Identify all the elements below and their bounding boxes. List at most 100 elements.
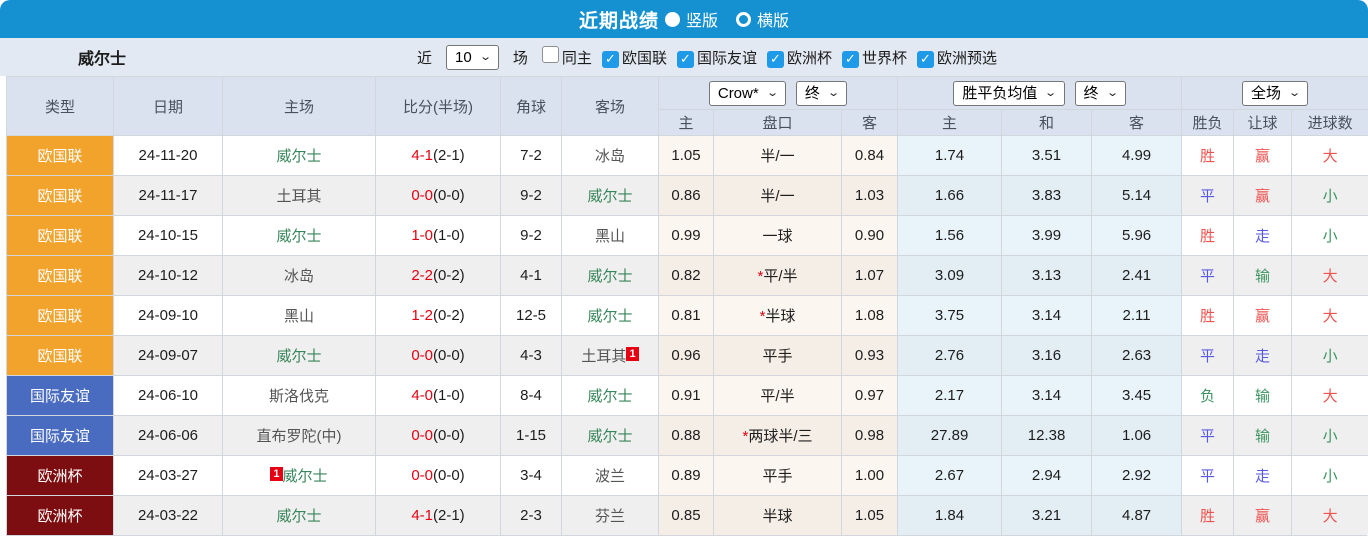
team-name-link[interactable]: 威尔士 <box>587 428 632 445</box>
cell-win-draw-loss: 平 <box>1181 455 1235 496</box>
cell-win-draw-loss: 胜 <box>1181 215 1235 256</box>
team-name-link[interactable]: 黑山 <box>284 308 314 325</box>
cell-avg-away: 5.96 <box>1091 215 1183 256</box>
cell-odds-away: 0.84 <box>840 135 899 176</box>
cell-avg-home: 3.09 <box>897 255 1003 296</box>
cell-away-team: 威尔士 <box>561 255 659 296</box>
team-name-link[interactable]: 土耳其 <box>581 348 626 365</box>
odds-time-select[interactable]: 终 ⌄ <box>795 80 848 106</box>
cell-date: 24-10-15 <box>113 215 223 256</box>
competition-type-badge: 欧洲杯 <box>7 496 113 535</box>
checkbox-unchecked[interactable] <box>541 46 559 63</box>
checkbox-checked[interactable]: ✓ <box>601 50 619 68</box>
radio-selected-icon[interactable] <box>664 11 680 27</box>
halftime-score: (2-1) <box>433 507 465 524</box>
cell-away-team: 波兰 <box>561 455 659 496</box>
cell-win-draw-loss: 平 <box>1181 415 1235 456</box>
checkbox-checked[interactable]: ✓ <box>841 50 859 68</box>
halftime-score: (1-0) <box>433 227 465 244</box>
team-name-link[interactable]: 土耳其 <box>276 188 321 205</box>
cell-odds-home: 0.88 <box>658 415 714 456</box>
cell-score: 4-1(2-1) <box>375 495 501 536</box>
checkbox-label[interactable]: 欧国联 <box>622 50 667 67</box>
cell-handicap: *两球半/三 <box>713 415 842 456</box>
cell-handicap-result: 赢 <box>1233 295 1293 336</box>
cell-home-team: 威尔士 <box>222 495 376 536</box>
team-name-link[interactable]: 威尔士 <box>276 348 321 365</box>
checkbox-checked[interactable]: ✓ <box>917 50 934 68</box>
cell-date: 24-03-22 <box>113 495 223 536</box>
team-title: 威尔士 <box>78 51 127 68</box>
cell-avg-draw: 3.14 <box>1001 375 1093 416</box>
cell-home-team: 冰岛 <box>222 255 376 296</box>
handicap-text: 平/半 <box>763 268 798 285</box>
cell-avg-home: 1.74 <box>897 135 1003 176</box>
team-name-link[interactable]: 黑山 <box>595 228 625 245</box>
table-row: 欧洲杯 24-03-27 1 威尔士 0-0(0-0) 3-4 波兰 0.89 平手 1.00 2.… <box>6 455 1368 496</box>
fulltime-score: 0-0 <box>411 187 433 204</box>
competition-type-badge: 欧洲杯 <box>7 456 113 495</box>
cell-odds-home: 0.82 <box>658 255 714 296</box>
cell-competition-type: 欧国联 <box>6 175 114 216</box>
cell-competition-type: 国际友谊 <box>6 415 114 456</box>
cell-score: 1-2(0-2) <box>375 295 501 336</box>
radio-vertical-layout[interactable]: 竖版 <box>664 7 718 31</box>
team-name-link[interactable]: 冰岛 <box>595 148 625 165</box>
team-name-link[interactable]: 威尔士 <box>587 388 632 405</box>
subcol-wdl: 胜负 <box>1181 109 1235 136</box>
team-name-link[interactable]: 波兰 <box>595 468 625 485</box>
team-name-link[interactable]: 冰岛 <box>284 268 314 285</box>
cell-goals-result: 小 <box>1291 455 1368 496</box>
cell-handicap-result: 输 <box>1233 375 1293 416</box>
cell-date: 24-06-10 <box>113 375 223 416</box>
cell-competition-type: 欧洲杯 <box>6 495 114 536</box>
checkbox-checked[interactable]: ✓ <box>676 50 694 68</box>
cell-win-draw-loss: 胜 <box>1181 295 1235 336</box>
cell-handicap-result: 走 <box>1233 335 1293 376</box>
checkbox-label[interactable]: 欧洲杯 <box>787 50 832 67</box>
cell-date: 24-11-20 <box>113 135 223 176</box>
team-name-link[interactable]: 威尔士 <box>276 508 321 525</box>
competition-type-badge: 国际友谊 <box>7 376 113 415</box>
cell-handicap-result: 赢 <box>1233 175 1293 216</box>
team-name-link[interactable]: 威尔士 <box>276 148 321 165</box>
cell-competition-type: 欧国联 <box>6 255 114 296</box>
checkbox-label[interactable]: 欧洲预选 <box>937 50 997 67</box>
bookmaker-select[interactable]: Crow* ⌄ <box>708 80 786 106</box>
match-count-select[interactable]: 10 ⌄ <box>446 44 499 70</box>
cell-avg-home: 27.89 <box>897 415 1003 456</box>
cell-odds-away: 0.97 <box>840 375 899 416</box>
cell-score: 0-0(0-0) <box>375 455 501 496</box>
table-row: 国际友谊 24-06-06 直布罗陀(中) 0-0(0-0) 1-15 威尔士 0.88 *两… <box>6 415 1368 456</box>
result-group-header: 全场 ⌄ <box>1181 76 1368 110</box>
cell-win-draw-loss: 平 <box>1181 255 1235 296</box>
fulltime-score: 1-2 <box>411 307 433 324</box>
team-name-link[interactable]: 威尔士 <box>283 468 328 485</box>
avg-time-select[interactable]: 终 ⌄ <box>1074 80 1126 106</box>
cell-score: 2-2(0-2) <box>375 255 501 296</box>
cell-handicap: 半/一 <box>713 175 842 216</box>
checkbox-label[interactable]: 世界杯 <box>862 50 907 67</box>
cell-avg-away: 2.11 <box>1091 295 1183 336</box>
checkbox-label[interactable]: 同主 <box>562 50 592 67</box>
radio-unselected-icon[interactable] <box>736 11 751 27</box>
cell-handicap: 平手 <box>713 335 842 376</box>
team-name-link[interactable]: 直布罗陀(中) <box>257 428 342 445</box>
cell-win-draw-loss: 胜 <box>1181 495 1235 536</box>
checkbox-checked[interactable]: ✓ <box>766 50 784 68</box>
team-name-link[interactable]: 威尔士 <box>587 308 632 325</box>
fulltime-select[interactable]: 全场 ⌄ <box>1241 80 1309 106</box>
chevron-down-icon: ⌄ <box>1105 86 1119 99</box>
team-name-link[interactable]: 威尔士 <box>587 268 632 285</box>
cell-corners: 8-4 <box>500 375 562 416</box>
team-name-link[interactable]: 威尔士 <box>587 188 632 205</box>
team-name-link[interactable]: 芬兰 <box>595 508 625 525</box>
cell-away-team: 芬兰 <box>561 495 659 536</box>
cell-odds-away: 1.03 <box>840 175 899 216</box>
checkbox-label[interactable]: 国际友谊 <box>697 50 757 67</box>
team-name-link[interactable]: 斯洛伐克 <box>269 388 329 405</box>
wdl-average-select[interactable]: 胜平负均值 ⌄ <box>953 80 1065 106</box>
team-name-link[interactable]: 威尔士 <box>276 228 321 245</box>
radio-horizontal-layout[interactable]: 横版 <box>736 7 789 31</box>
layout-radio-group: 竖版 横版 <box>664 7 789 31</box>
